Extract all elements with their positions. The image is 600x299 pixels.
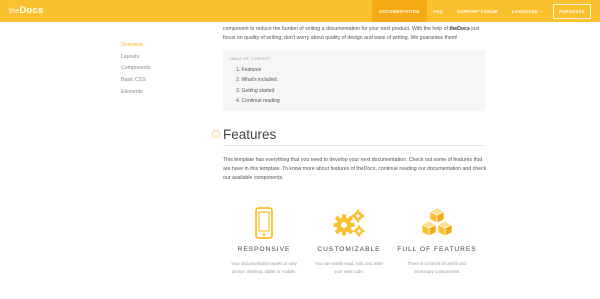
toc-item-whats-included[interactable]: 2. What's included — [236, 75, 280, 85]
sidebar-nav: Overview Layouts Components Basic CSS El… — [121, 40, 150, 98]
heading-divider — [223, 145, 485, 146]
sidebar-item-elements[interactable]: Elements — [121, 87, 150, 99]
nav-support-forum[interactable]: Support Forum — [450, 0, 505, 22]
nav-language-label: Language — [511, 8, 539, 14]
logo-prefix: the — [9, 8, 20, 15]
toc-list: 1. Features 2. What's included 3. Gettin… — [236, 65, 280, 107]
features-title: Features — [223, 126, 277, 142]
toc-title: Table of content — [229, 57, 271, 61]
feature-title: Responsive — [237, 246, 291, 253]
nav-language-dropdown[interactable]: Language — [505, 0, 549, 22]
purchase-button[interactable]: Purchase — [553, 3, 591, 19]
toc-item-continue-reading[interactable]: 4. Continue reading — [236, 96, 280, 106]
sidebar-item-basic-css[interactable]: Basic CSS — [121, 75, 150, 87]
feature-responsive: Responsive Your documentation works on a… — [223, 205, 305, 275]
intro-text: component to reduce the burden of writin… — [223, 26, 448, 32]
feature-title: Full of features — [397, 246, 477, 253]
chevron-down-icon — [540, 10, 543, 12]
feature-full-of-features: Full of features There is a bunch of use… — [396, 205, 478, 275]
logo-name: Docs — [19, 5, 44, 16]
top-navbar: theDocs Documentation FAQ Support Forum … — [0, 0, 600, 22]
intro-brand: theDocs — [449, 26, 470, 32]
sidebar-item-overview[interactable]: Overview — [121, 40, 150, 52]
feature-text: You can easily read, edit, and write you… — [315, 261, 383, 274]
intro-text-2: focus on quality of writing; don't worry… — [223, 35, 458, 42]
intro-text-end: just — [471, 26, 480, 32]
table-of-contents: Table of content 1. Features 2. What's i… — [223, 50, 485, 111]
cubes-icon — [396, 205, 478, 240]
toc-item-features[interactable]: 1. Features — [236, 65, 280, 75]
sidebar-item-layouts[interactable]: Layouts — [121, 52, 150, 64]
logo[interactable]: theDocs — [9, 5, 43, 16]
nav-documentation[interactable]: Documentation — [372, 0, 427, 22]
feature-text: There is a bunch of useful and necessary… — [407, 261, 467, 274]
features-heading: # Features — [212, 124, 276, 144]
gears-icon — [308, 205, 390, 240]
features-description: This template has everything that you ne… — [223, 157, 487, 181]
intro-paragraph: component to reduce the burden of writin… — [223, 25, 485, 44]
toc-item-getting-started[interactable]: 3. Getting started — [236, 86, 280, 96]
mobile-icon — [223, 205, 305, 240]
feature-text: Your documentation works on any device: … — [231, 261, 297, 274]
main-nav: Documentation FAQ Support Forum Language… — [372, 0, 600, 22]
nav-faq[interactable]: FAQ — [427, 0, 451, 22]
feature-title: Customizable — [317, 246, 381, 253]
feature-customizable: Customizable You can easily read, edit, … — [308, 205, 390, 275]
anchor-link-icon[interactable]: # — [212, 130, 220, 138]
sidebar-item-components[interactable]: Components — [121, 63, 150, 75]
